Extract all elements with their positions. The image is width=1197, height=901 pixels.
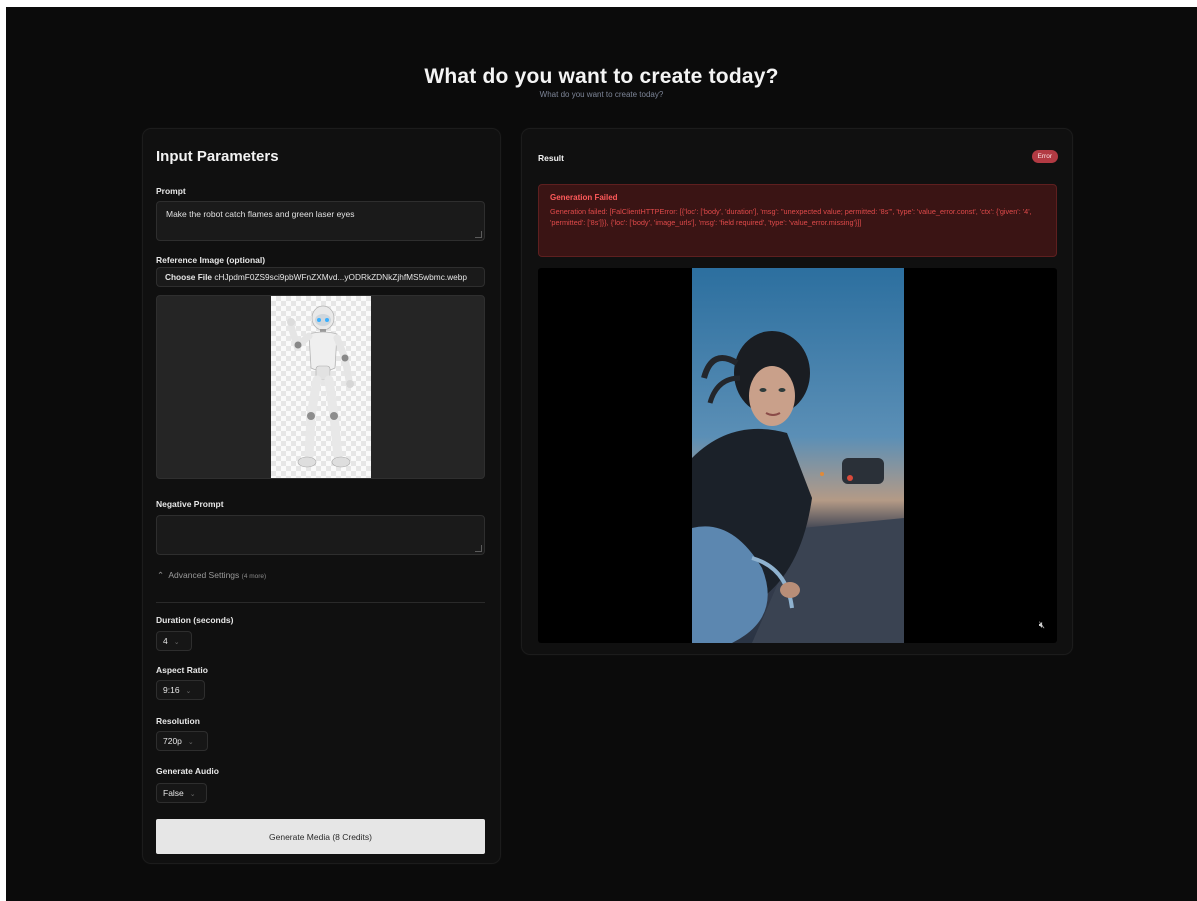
advanced-settings-toggle[interactable]: ⌃ Advanced Settings (4 more) <box>157 570 266 581</box>
generate-audio-select[interactable]: False ⌄ <box>156 783 207 803</box>
app-root: What do you want to create today? What d… <box>6 7 1197 901</box>
chevron-down-icon: ⌄ <box>185 688 192 695</box>
robot-image <box>271 296 371 478</box>
divider <box>156 602 485 603</box>
error-message: Generation failed: [FalClientHTTPError: … <box>550 207 1032 227</box>
aspect-ratio-select[interactable]: 9:16 ⌄ <box>156 680 205 700</box>
chevron-down-icon: ⌄ <box>187 739 194 746</box>
advanced-settings-count: (4 more) <box>241 573 267 580</box>
input-parameters-title: Input Parameters <box>156 148 279 165</box>
resolution-select[interactable]: 720p ⌄ <box>156 731 208 751</box>
video-frame <box>692 268 904 643</box>
advanced-settings-label: Advanced Settings <box>168 570 240 580</box>
page-subtitle: What do you want to create today? <box>539 90 664 99</box>
negative-prompt-label: Negative Prompt <box>156 499 224 509</box>
generate-audio-value: False <box>163 788 184 798</box>
prompt-value: Make the robot catch flames and green la… <box>166 209 355 219</box>
chevron-up-icon: ⌃ <box>157 570 165 580</box>
prompt-label: Prompt <box>156 186 186 196</box>
reference-image-label: Reference Image (optional) <box>156 255 266 265</box>
chevron-down-icon: ⌄ <box>173 639 180 646</box>
resize-handle-icon[interactable] <box>475 231 482 238</box>
file-name: cHJpdmF0ZS9sci9pbWFnZXMvd...yODRkZDNkZjh… <box>214 272 467 282</box>
video-player[interactable]: 🔇︎ <box>538 268 1057 643</box>
input-parameters-panel: Input Parameters Prompt Make the robot c… <box>142 128 501 864</box>
resolution-label: Resolution <box>156 716 200 726</box>
status-badge: Error <box>1031 150 1058 163</box>
error-title: Generation Failed <box>550 193 618 202</box>
aspect-ratio-label: Aspect Ratio <box>156 665 208 675</box>
generate-media-button[interactable]: Generate Media (8 Credits) <box>156 819 485 854</box>
error-alert: Generation Failed Generation failed: [Fa… <box>538 184 1057 257</box>
reference-image-preview <box>156 295 485 479</box>
duration-label: Duration (seconds) <box>156 615 234 625</box>
file-input[interactable]: Choose File cHJpdmF0ZS9sci9pbWFnZXMvd...… <box>156 267 485 287</box>
duration-select[interactable]: 4 ⌄ <box>156 631 192 651</box>
resolution-value: 720p <box>163 736 182 746</box>
aspect-ratio-value: 9:16 <box>163 685 180 695</box>
page-title: What do you want to create today? <box>424 65 779 88</box>
resize-handle-icon[interactable] <box>475 545 482 552</box>
result-title: Result <box>538 153 564 163</box>
result-panel: Result Error Generation Failed Generatio… <box>521 128 1073 655</box>
prompt-textarea[interactable]: Make the robot catch flames and green la… <box>156 201 485 241</box>
negative-prompt-textarea[interactable] <box>156 515 485 555</box>
chevron-down-icon: ⌄ <box>189 791 196 798</box>
duration-value: 4 <box>163 636 168 646</box>
choose-file-button[interactable]: Choose File <box>165 272 212 282</box>
generate-audio-label: Generate Audio <box>156 766 219 776</box>
speaker-muted-icon[interactable]: 🔇︎ <box>1039 620 1045 631</box>
